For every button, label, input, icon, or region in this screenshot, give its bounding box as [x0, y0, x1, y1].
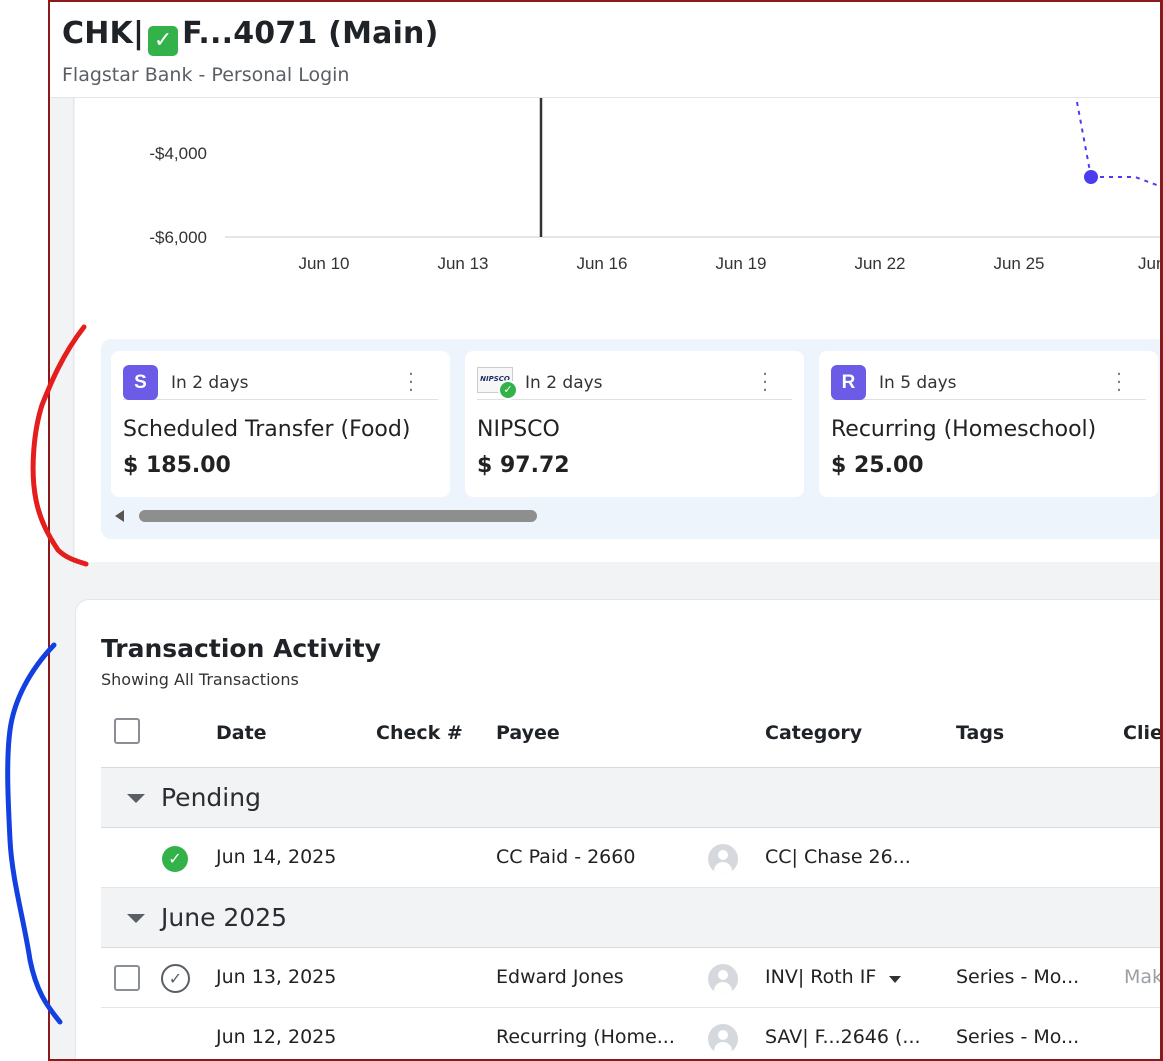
column-header-date[interactable]: Date — [216, 722, 267, 744]
account-name: F...4071 (Main) — [182, 16, 439, 51]
scheduled-card[interactable]: NIPSCO ✓ In 2 days · · · NIPSCO $ 97.72 — [465, 351, 804, 497]
upcoming-scheduled-strip: S In 2 days · · · Scheduled Transfer (Food… — [101, 339, 1160, 539]
transaction-activity-title: Transaction Activity — [101, 634, 381, 663]
scheduled-amount: $ 25.00 — [831, 453, 924, 478]
scheduled-card-header: R In 5 days · · · — [831, 365, 1146, 400]
approved-check-icon[interactable]: ✓ — [162, 846, 188, 872]
user-avatar-icon — [708, 964, 738, 994]
scheduled-when: In 5 days — [879, 373, 957, 393]
row-category[interactable]: SAV| F...2646 (... — [765, 1026, 921, 1048]
row-client[interactable]: Mak — [1124, 966, 1160, 988]
x-tick-label: Jun 25 — [993, 254, 1044, 273]
caret-down-icon[interactable] — [127, 794, 145, 803]
y-tick-label: -$6,000 — [149, 228, 207, 247]
select-all-checkbox[interactable] — [114, 718, 140, 744]
scheduled-card[interactable]: S In 2 days · · · Scheduled Transfer (Food… — [111, 351, 450, 497]
x-tick-label: Jun — [1138, 254, 1163, 273]
account-title: CHK| ✓ F...4071 (Main) — [62, 16, 439, 56]
account-prefix: CHK| — [62, 16, 145, 51]
transaction-activity-panel: Transaction Activity Showing All Transac… — [75, 599, 1160, 1059]
column-header-tags[interactable]: Tags — [956, 722, 1004, 744]
x-tick-label: Jun 13 — [437, 254, 488, 273]
category-dropdown-caret-icon[interactable] — [889, 976, 901, 983]
row-date: Jun 13, 2025 — [216, 966, 337, 988]
scheduled-badge: R — [831, 365, 866, 400]
group-label: Pending — [161, 783, 261, 812]
scheduled-when: In 2 days — [525, 373, 603, 393]
balance-chart-svg: -$4,000 -$6,000 Jun 10 Jun 13 Jun 16 Jun 19 J… — [149, 98, 1163, 273]
cleared-check-icon[interactable]: ✓ — [161, 964, 190, 993]
row-payee[interactable]: Edward Jones — [496, 966, 624, 988]
kebab-menu-icon[interactable]: · · · — [408, 366, 414, 400]
x-tick-label: Jun 19 — [715, 254, 766, 273]
column-header-client[interactable]: Clie — [1123, 722, 1160, 744]
table-row[interactable]: Jun 12, 2025 Recurring (Home... SAV| F..… — [101, 1008, 1160, 1059]
scheduled-name: Recurring (Homeschool) — [831, 417, 1097, 442]
x-tick-label: Jun 10 — [298, 254, 349, 273]
left-gutter — [50, 98, 74, 568]
scheduled-badge: S — [123, 365, 158, 400]
scrollbar-thumb[interactable] — [139, 510, 537, 522]
row-date: Jun 14, 2025 — [216, 846, 337, 868]
scheduled-amount: $ 185.00 — [123, 453, 231, 478]
scheduled-name: Scheduled Transfer (Food) — [123, 417, 411, 442]
table-row[interactable]: ✓ Jun 13, 2025 Edward Jones INV| Roth IF… — [101, 948, 1160, 1008]
white-check-mark-icon: ✓ — [148, 26, 179, 56]
kebab-menu-icon[interactable]: · · · — [1116, 366, 1122, 400]
row-category[interactable]: INV| Roth IF — [765, 966, 876, 988]
table-row[interactable]: ✓ Jun 14, 2025 CC Paid - 2660 CC| Chase … — [101, 828, 1160, 888]
projection-line-2 — [1091, 176, 1160, 188]
nipsco-logo: NIPSCO ✓ — [477, 367, 518, 400]
row-payee[interactable]: Recurring (Home... — [496, 1026, 675, 1048]
group-label: June 2025 — [161, 903, 288, 932]
scheduled-name: NIPSCO — [477, 417, 560, 442]
row-payee[interactable]: CC Paid - 2660 — [496, 846, 635, 868]
scheduled-card-header: NIPSCO ✓ In 2 days · · · — [477, 365, 792, 400]
transaction-filter-subtitle: Showing All Transactions — [101, 670, 299, 689]
group-row-june-2025[interactable]: June 2025 — [101, 888, 1160, 948]
account-subtitle: Flagstar Bank - Personal Login — [62, 64, 350, 86]
column-header-payee[interactable]: Payee — [496, 722, 560, 744]
app-window: CHK| ✓ F...4071 (Main) Flagstar Bank - Per… — [48, 0, 1163, 1061]
account-header: CHK| ✓ F...4071 (Main) Flagstar Bank - Per… — [50, 2, 1160, 98]
row-category[interactable]: CC| Chase 26... — [765, 846, 911, 868]
row-date: Jun 12, 2025 — [216, 1026, 337, 1048]
caret-down-icon[interactable] — [127, 914, 145, 923]
scroll-left-arrow-icon[interactable] — [115, 510, 124, 522]
user-avatar-icon — [708, 1024, 738, 1054]
kebab-menu-icon[interactable]: · · · — [762, 366, 768, 400]
scheduled-card[interactable]: R In 5 days · · · Recurring (Homeschool) $… — [819, 351, 1158, 497]
x-tick-label: Jun 22 — [854, 254, 905, 273]
row-tags[interactable]: Series - Mo... — [956, 966, 1079, 988]
projection-line — [1076, 101, 1092, 178]
scheduled-when: In 2 days — [171, 373, 249, 393]
verified-check-icon: ✓ — [498, 380, 518, 400]
column-header-category[interactable]: Category — [765, 722, 862, 744]
group-row-pending[interactable]: Pending — [101, 768, 1160, 828]
user-avatar-icon — [708, 844, 738, 874]
x-tick-label: Jun 16 — [576, 254, 627, 273]
horizontal-scrollbar[interactable] — [115, 509, 1160, 523]
column-header-check-number[interactable]: Check # — [376, 722, 463, 744]
row-tags[interactable]: Series - Mo... — [956, 1026, 1079, 1048]
scheduled-amount: $ 97.72 — [477, 453, 570, 478]
row-checkbox[interactable] — [114, 965, 140, 991]
y-tick-label: -$4,000 — [149, 144, 207, 163]
scheduled-card-header: S In 2 days · · · — [123, 365, 438, 400]
data-point[interactable] — [1084, 170, 1098, 184]
